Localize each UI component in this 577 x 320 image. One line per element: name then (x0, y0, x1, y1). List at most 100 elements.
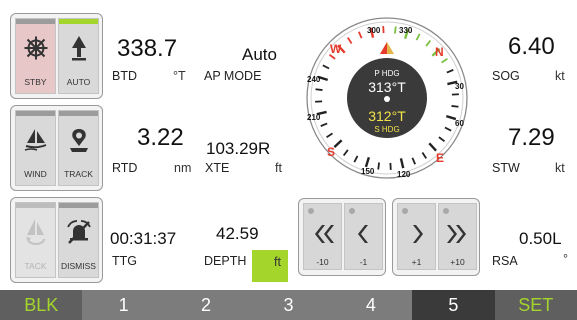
auto-indicator-bar (59, 19, 98, 24)
wind-button[interactable]: WIND (15, 110, 56, 186)
page-5-tab[interactable]: 5 (412, 290, 495, 320)
compass-60-label: 60 (455, 119, 464, 128)
stby-indicator-bar (16, 19, 55, 24)
depth-value: 42.59 (216, 224, 259, 243)
xte-label: XTE (205, 161, 230, 175)
stw-label: STW (492, 161, 520, 175)
compass-dial: N W S E 300 330 30 60 120 150 210 240 P … (305, 12, 469, 184)
rtd-label: RTD (112, 161, 138, 175)
btd-unit: °T (173, 69, 186, 83)
wind-sail-icon (16, 125, 55, 155)
double-chevron-left-icon (304, 224, 341, 244)
blk-button[interactable]: BLK (0, 290, 83, 320)
dismiss-label: DISMISS (61, 261, 96, 271)
tack-indicator-bar (16, 203, 55, 208)
compass-300-label: 300 (367, 26, 381, 35)
stw-unit: kt (555, 161, 565, 175)
rsa-value: 0.50L (519, 229, 562, 248)
plus-10-button[interactable]: +10 (438, 203, 477, 270)
chevron-left-icon (345, 224, 382, 244)
compass-150-label: 150 (361, 167, 375, 176)
page-1-tab[interactable]: 1 (82, 290, 164, 320)
compass-210-label: 210 (307, 113, 321, 122)
alarm-tile-group: TACK DISMISS (10, 197, 103, 283)
stby-button[interactable]: STBY (15, 18, 56, 94)
minus-1-button[interactable]: -1 (344, 203, 383, 270)
compass-240-label: 240 (307, 75, 321, 84)
minus-10-label: -10 (316, 257, 329, 267)
stw-value: 7.29 (508, 124, 555, 151)
p-hdg-label: P HDG (374, 69, 400, 78)
stby-label: STBY (24, 77, 47, 87)
plus-10-indicator-dot (443, 208, 449, 214)
xte-unit: ft (275, 161, 282, 175)
auto-pilot-arrow-icon (59, 33, 98, 63)
compass-w-label: W (330, 42, 342, 56)
compass-30-label: 30 (455, 82, 464, 91)
btd-label: BTD (112, 69, 137, 83)
compass-tick (451, 105, 459, 108)
compass-120-label: 120 (397, 170, 411, 179)
ttg-label: TTG (112, 254, 137, 268)
depth-unit: ft (274, 255, 281, 269)
auto-label: AUTO (66, 77, 91, 87)
mode-tile-group: STBY AUTO (10, 13, 103, 99)
double-chevron-right-icon (439, 224, 476, 244)
wind-label: WIND (24, 169, 47, 179)
ap-mode-label: AP MODE (204, 69, 262, 83)
sog-label: SOG (492, 69, 520, 83)
compass-tick (394, 26, 397, 34)
set-button[interactable]: SET (494, 290, 577, 320)
track-waypoint-icon (59, 125, 98, 155)
track-button[interactable]: TRACK (58, 110, 99, 186)
compass-n-label: N (435, 45, 444, 59)
tack-label: TACK (24, 261, 47, 271)
compass-330-label: 330 (399, 26, 413, 35)
ap-mode-value: Auto (242, 45, 277, 64)
minus-1-label: -1 (359, 257, 368, 267)
dismiss-indicator-bar (59, 203, 98, 208)
depth-label: DEPTH (204, 254, 247, 268)
s-hdg-value: 312°T (368, 108, 406, 124)
xte-value: 103.29R (206, 139, 271, 158)
rtd-unit: nm (174, 161, 192, 175)
chevron-right-icon (398, 224, 435, 244)
wind-indicator-bar (16, 111, 55, 116)
sog-value: 6.40 (508, 33, 555, 60)
ttg-value: 00:31:37 (110, 229, 177, 248)
minus-1-indicator-dot (349, 208, 355, 214)
alarm-muted-icon (59, 217, 98, 247)
dismiss-button[interactable]: DISMISS (58, 202, 99, 278)
rsa-label: RSA (492, 254, 518, 268)
track-label: TRACK (64, 169, 93, 179)
plus-10-label: +10 (450, 257, 465, 267)
sog-unit: kt (555, 69, 565, 83)
page-2-tab[interactable]: 2 (165, 290, 247, 320)
plus-1-label: +1 (411, 257, 422, 267)
minus-10-indicator-dot (308, 208, 314, 214)
minus-10-button[interactable]: -10 (303, 203, 342, 270)
page-selector-bar: BLK 1 2 3 4 5 SET (0, 290, 577, 320)
rsa-unit: ° (563, 252, 568, 266)
p-hdg-value: 313°T (368, 79, 406, 95)
helm-wheel-icon (16, 33, 55, 63)
compass-tick (315, 88, 323, 91)
compass-tick (377, 162, 380, 170)
rtd-value: 3.22 (137, 124, 184, 151)
track-indicator-bar (59, 111, 98, 116)
depth-unit-badge[interactable]: ft (252, 250, 288, 282)
page-3-tab[interactable]: 3 (247, 290, 329, 320)
nav-tile-group: WIND TRACK (10, 105, 103, 191)
tack-sail-icon (16, 217, 55, 247)
port-adjust-group: -10 -1 (298, 198, 386, 276)
plus-1-button[interactable]: +1 (397, 203, 436, 270)
auto-button[interactable]: AUTO (58, 18, 99, 94)
btd-value: 338.7 (117, 35, 178, 62)
compass-e-label: E (436, 151, 445, 165)
compass-s-label: S (327, 145, 336, 159)
page-4-tab[interactable]: 4 (330, 290, 412, 320)
s-hdg-label: S HDG (374, 125, 400, 134)
plus-1-indicator-dot (402, 208, 408, 214)
starboard-adjust-group: +1 +10 (392, 198, 480, 276)
tack-button[interactable]: TACK (15, 202, 56, 278)
